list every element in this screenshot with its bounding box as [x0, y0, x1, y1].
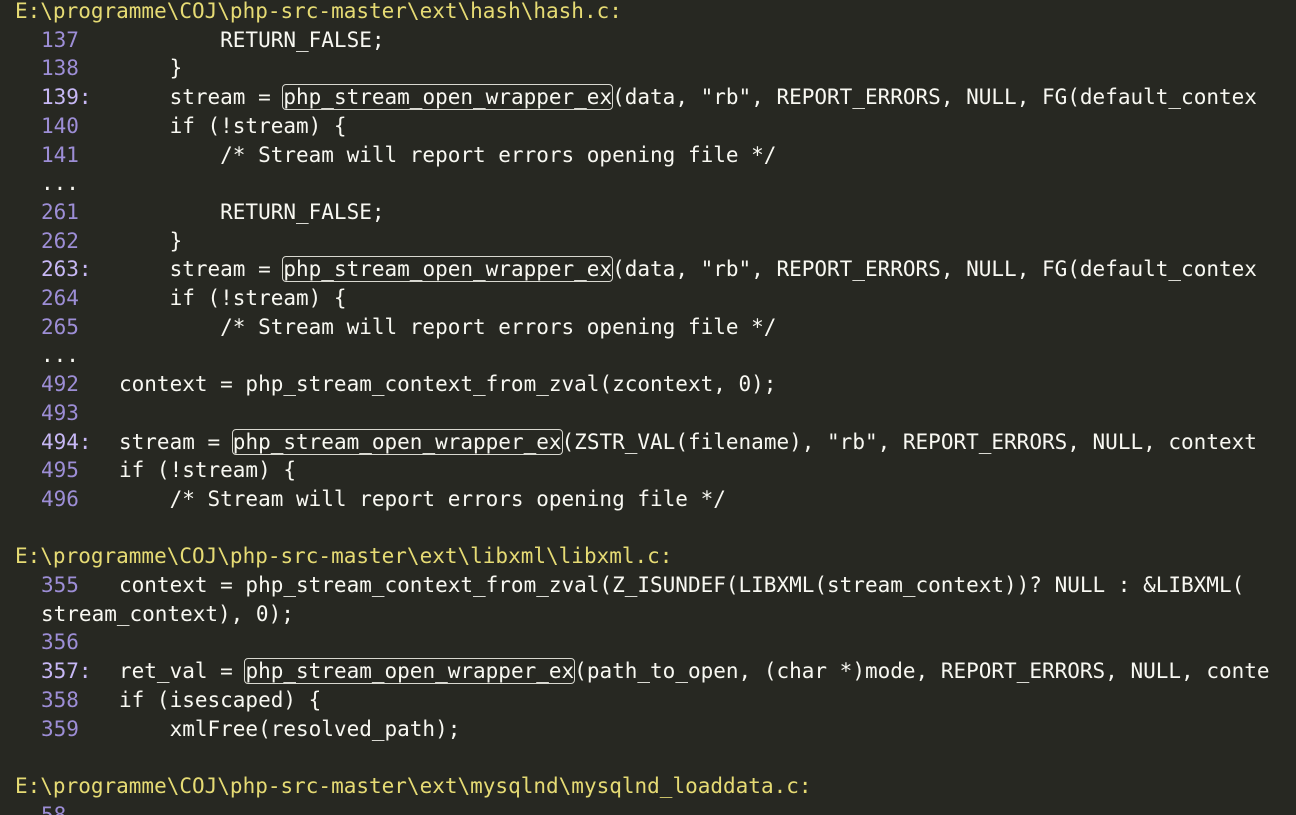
result-context-line[interactable]: 493	[41, 399, 119, 428]
line-number: 262	[41, 228, 79, 253]
result-file-header[interactable]: E:\programme\COJ\php-src-master\ext\hash…	[15, 0, 622, 26]
line-number: 358	[41, 687, 79, 712]
line-number: 359	[41, 716, 79, 741]
code-text: stream =	[119, 257, 284, 282]
result-context-line[interactable]: 261 RETURN_FALSE;	[41, 198, 385, 227]
result-context-line[interactable]: 355 context = php_stream_context_from_zva…	[41, 571, 1244, 600]
result-match-line[interactable]: 357: ret_val = php_stream_open_wrapper_ex…	[41, 657, 1270, 686]
code-text: if (!stream) {	[119, 113, 347, 138]
line-number: 356	[41, 630, 79, 655]
search-match-highlight[interactable]: php_stream_open_wrapper_ex	[244, 658, 576, 685]
line-number: 137	[41, 27, 79, 52]
result-context-line[interactable]: 495 if (!stream) {	[41, 456, 296, 485]
line-number: 58	[41, 802, 67, 815]
code-text: if (!stream) {	[119, 286, 347, 310]
line-number: 493	[41, 400, 79, 425]
result-file-header[interactable]: E:\programme\COJ\php-src-master\ext\libx…	[15, 542, 672, 571]
result-ellipsis: ...	[41, 171, 79, 196]
result-context-line[interactable]: 492 context = php_stream_context_from_zva…	[41, 370, 776, 399]
line-number: 265	[41, 314, 79, 339]
code-text: RETURN_FALSE;	[119, 27, 385, 52]
result-match-line[interactable]: 494: stream = php_stream_open_wrapper_ex(…	[41, 428, 1257, 457]
code-text: RETURN_FALSE;	[119, 199, 385, 224]
result-context-line[interactable]: 58	[41, 801, 119, 815]
code-text: ret_val =	[119, 659, 246, 684]
line-number: 494:	[41, 429, 92, 454]
line-number: 496	[41, 486, 79, 511]
find-results-panel[interactable]: E:\programme\COJ\php-src-master\ext\hash…	[0, 0, 1296, 815]
code-text: xmlFree(resolved_path);	[119, 716, 461, 741]
result-wrapped-line: stream_context), 0);	[41, 600, 294, 629]
code-text: if (isescaped) {	[119, 687, 322, 712]
result-context-line[interactable]: 137 RETURN_FALSE;	[41, 26, 385, 55]
result-context-line[interactable]: 141 /* Stream will report errors opening…	[41, 141, 776, 170]
result-match-line[interactable]: 263: stream = php_stream_open_wrapper_ex…	[41, 255, 1257, 284]
code-text: stream_context), 0);	[41, 601, 294, 626]
result-ellipsis: ...	[41, 343, 79, 368]
code-text: (data, "rb", REPORT_ERRORS, NULL, FG(def…	[612, 257, 1257, 282]
code-text: stream =	[119, 85, 284, 110]
result-file-header[interactable]: E:\programme\COJ\php-src-master\ext\mysq…	[15, 772, 812, 801]
line-number: 264	[41, 286, 79, 310]
line-number: 138	[41, 56, 79, 81]
line-number: 141	[41, 142, 79, 167]
line-number: 357:	[41, 659, 92, 684]
code-text: }	[119, 228, 183, 253]
line-number: 261	[41, 199, 79, 224]
code-text: /* Stream will report errors opening fil…	[119, 486, 726, 511]
result-context-line[interactable]: 496 /* Stream will report errors opening…	[41, 485, 726, 514]
line-number: 355	[41, 573, 79, 597]
search-match-highlight[interactable]: php_stream_open_wrapper_ex	[282, 84, 614, 111]
result-match-line[interactable]: 139: stream = php_stream_open_wrapper_ex…	[41, 83, 1257, 112]
line-number: 263:	[41, 257, 92, 282]
code-text: (path_to_open, (char *)mode, REPORT_ERRO…	[574, 659, 1270, 684]
line-number: 492	[41, 372, 79, 397]
code-text: (data, "rb", REPORT_ERRORS, NULL, FG(def…	[612, 85, 1257, 110]
result-context-line[interactable]: 140 if (!stream) {	[41, 112, 347, 141]
code-text: /* Stream will report errors opening fil…	[119, 142, 777, 167]
code-text: }	[119, 56, 183, 81]
code-text: /* Stream will report errors opening fil…	[119, 314, 777, 339]
search-match-highlight[interactable]: php_stream_open_wrapper_ex	[231, 428, 563, 455]
code-text: if (!stream) {	[119, 458, 297, 483]
result-context-line[interactable]: 265 /* Stream will report errors opening…	[41, 313, 776, 342]
result-context-line[interactable]: 356	[41, 628, 119, 657]
line-number: 140	[41, 113, 79, 138]
code-text: context = php_stream_context_from_zval(Z…	[119, 573, 1245, 597]
code-text: (ZSTR_VAL(filename), "rb", REPORT_ERRORS…	[561, 429, 1257, 454]
search-match-highlight[interactable]: php_stream_open_wrapper_ex	[282, 256, 614, 283]
line-number: 495	[41, 458, 79, 483]
result-context-line[interactable]: 262 }	[41, 227, 182, 256]
code-text: context = php_stream_context_from_zval(z…	[119, 372, 777, 397]
line-number: 139:	[41, 85, 92, 110]
result-context-line[interactable]: 138 }	[41, 54, 182, 83]
result-context-line[interactable]: 358 if (isescaped) {	[41, 686, 321, 715]
result-context-line[interactable]: 359 xmlFree(resolved_path);	[41, 715, 460, 744]
code-text: stream =	[119, 429, 233, 454]
result-context-line[interactable]: 264 if (!stream) {	[41, 284, 347, 313]
